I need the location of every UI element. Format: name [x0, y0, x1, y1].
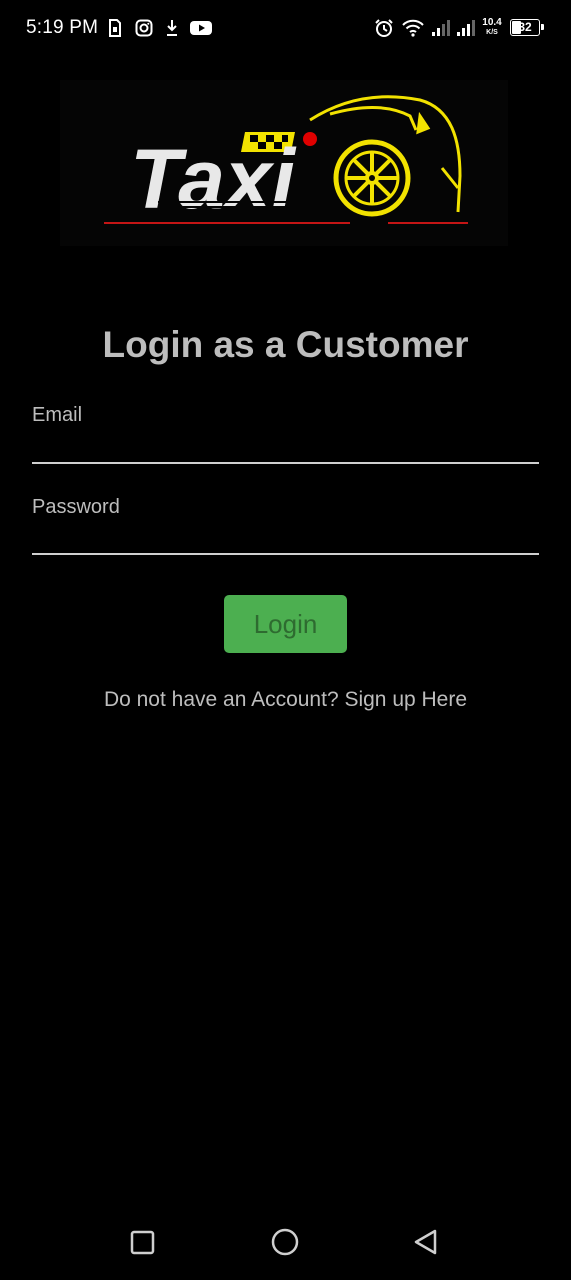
instagram-icon	[135, 19, 153, 37]
taxi-logo-graphic: Taxi	[104, 95, 468, 226]
youtube-icon	[190, 21, 212, 35]
password-label: Password	[32, 496, 120, 518]
password-input[interactable]	[32, 524, 539, 552]
email-field[interactable]: Email	[32, 398, 539, 464]
battery-icon: 32	[510, 19, 544, 36]
home-circle-icon[interactable]	[265, 1222, 305, 1262]
signal-icon-2	[457, 20, 475, 36]
red-dot	[303, 132, 317, 146]
password-underline	[32, 553, 539, 555]
page-title: Login as a Customer	[102, 324, 469, 365]
email-input[interactable]	[32, 432, 539, 460]
password-field[interactable]: Password	[32, 490, 539, 555]
email-underline	[32, 462, 539, 464]
login-button[interactable]: Login	[224, 595, 347, 653]
network-speed-unit: K/S	[486, 29, 498, 36]
status-bar: 5:19 PM 10.4 K/S 32	[0, 0, 571, 58]
network-speed-value: 10.4	[482, 17, 502, 28]
wifi-icon	[402, 19, 424, 37]
network-speed: 10.4 K/S	[480, 17, 504, 37]
sim-icon	[109, 19, 121, 37]
back-triangle-icon[interactable]	[405, 1222, 445, 1262]
recents-square-icon[interactable]	[122, 1222, 162, 1262]
download-icon	[167, 20, 177, 36]
alarm-icon	[375, 19, 393, 37]
taxi-logo: Taxi	[60, 80, 508, 246]
navigation-bar	[0, 1200, 571, 1280]
status-time: 5:19 PM	[26, 17, 99, 38]
battery-level: 32	[518, 20, 532, 34]
signal-icon	[432, 20, 450, 36]
signup-link[interactable]: Do not have an Account? Sign up Here	[0, 688, 571, 712]
car-wheel-icon	[333, 139, 411, 217]
logo-wordmark: Taxi	[130, 132, 297, 226]
email-label: Email	[32, 404, 83, 426]
